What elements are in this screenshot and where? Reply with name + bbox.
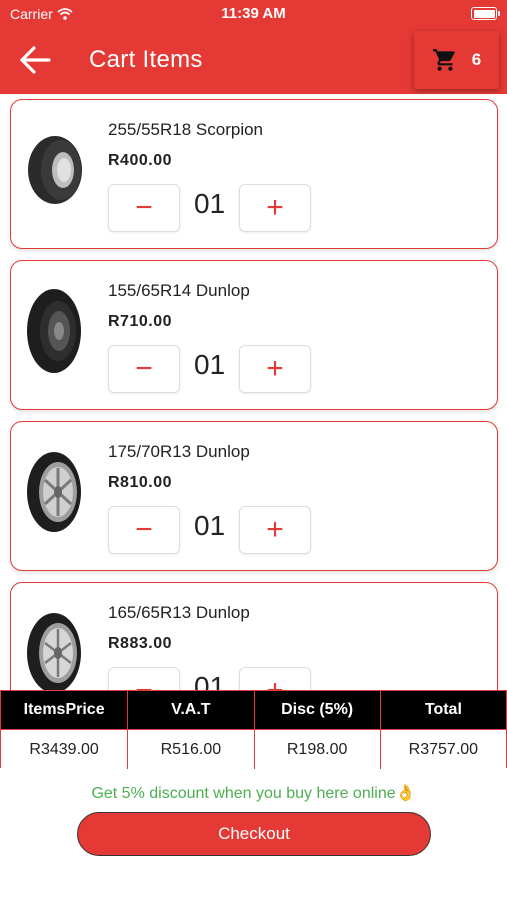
- item-quantity: 01: [194, 349, 226, 380]
- cart-button[interactable]: 6: [414, 31, 499, 89]
- summary-discount-value: R198.00: [253, 729, 380, 769]
- decrease-quantity-button[interactable]: −: [108, 184, 180, 232]
- tire-icon: [27, 613, 81, 690]
- item-name: 175/70R13 Dunlop: [108, 442, 250, 461]
- app-header: Carrier 11:39 AM Cart Items 6: [0, 0, 507, 94]
- summary-header-items-price: ItemsPrice: [1, 691, 128, 729]
- summary-header-vat: V.A.T: [127, 691, 254, 729]
- item-name: 165/65R13 Dunlop: [108, 603, 250, 622]
- discount-note: Get 5% discount when you buy here online…: [91, 785, 416, 802]
- summary-header-total: Total: [379, 691, 506, 729]
- decrease-quantity-button[interactable]: −: [108, 506, 180, 554]
- cart-item-card: 165/65R13 Dunlop R883.00 − 01 +: [10, 582, 498, 690]
- tire-icon: [27, 452, 81, 532]
- cart-count-badge: 6: [471, 50, 482, 69]
- page-title: Cart Items: [89, 46, 203, 73]
- tire-icon: [27, 289, 81, 373]
- increase-quantity-button[interactable]: +: [239, 667, 311, 690]
- cart-list[interactable]: 255/55R18 Scorpion R400.00 − 01 + 155/65…: [0, 94, 507, 690]
- battery-icon: [471, 7, 500, 20]
- item-price: R710.00: [108, 313, 172, 330]
- increase-quantity-button[interactable]: +: [239, 506, 311, 554]
- summary-vat-value: R516.00: [127, 729, 254, 769]
- price-summary-table: ItemsPrice V.A.T Disc (5%) Total R3439.0…: [0, 690, 507, 769]
- decrease-quantity-button[interactable]: −: [108, 667, 180, 690]
- item-price: R400.00: [108, 152, 172, 169]
- item-quantity: 01: [194, 188, 226, 219]
- summary-items-price-value: R3439.00: [1, 729, 128, 769]
- increase-quantity-button[interactable]: +: [239, 184, 311, 232]
- status-time: 11:39 AM: [221, 5, 286, 22]
- tire-icon: [28, 136, 82, 204]
- status-bar: Carrier 11:39 AM: [0, 0, 507, 28]
- summary-total-value: R3757.00: [379, 729, 506, 769]
- summary-header-discount: Disc (5%): [253, 691, 380, 729]
- cart-item-card: 175/70R13 Dunlop R810.00 − 01 +: [10, 421, 498, 571]
- item-quantity: 01: [194, 671, 226, 690]
- back-arrow-icon[interactable]: [18, 43, 52, 77]
- increase-quantity-button[interactable]: +: [239, 345, 311, 393]
- item-quantity: 01: [194, 510, 226, 541]
- item-price: R883.00: [108, 635, 172, 652]
- decrease-quantity-button[interactable]: −: [108, 345, 180, 393]
- item-name: 155/65R14 Dunlop: [108, 281, 250, 300]
- item-name: 255/55R18 Scorpion: [108, 120, 264, 139]
- cart-item-card: 255/55R18 Scorpion R400.00 − 01 +: [10, 99, 498, 249]
- cart-item-card: 155/65R14 Dunlop R710.00 − 01 +: [10, 260, 498, 410]
- checkout-button[interactable]: Checkout: [77, 812, 431, 856]
- cart-icon: [432, 49, 455, 71]
- item-price: R810.00: [108, 474, 172, 491]
